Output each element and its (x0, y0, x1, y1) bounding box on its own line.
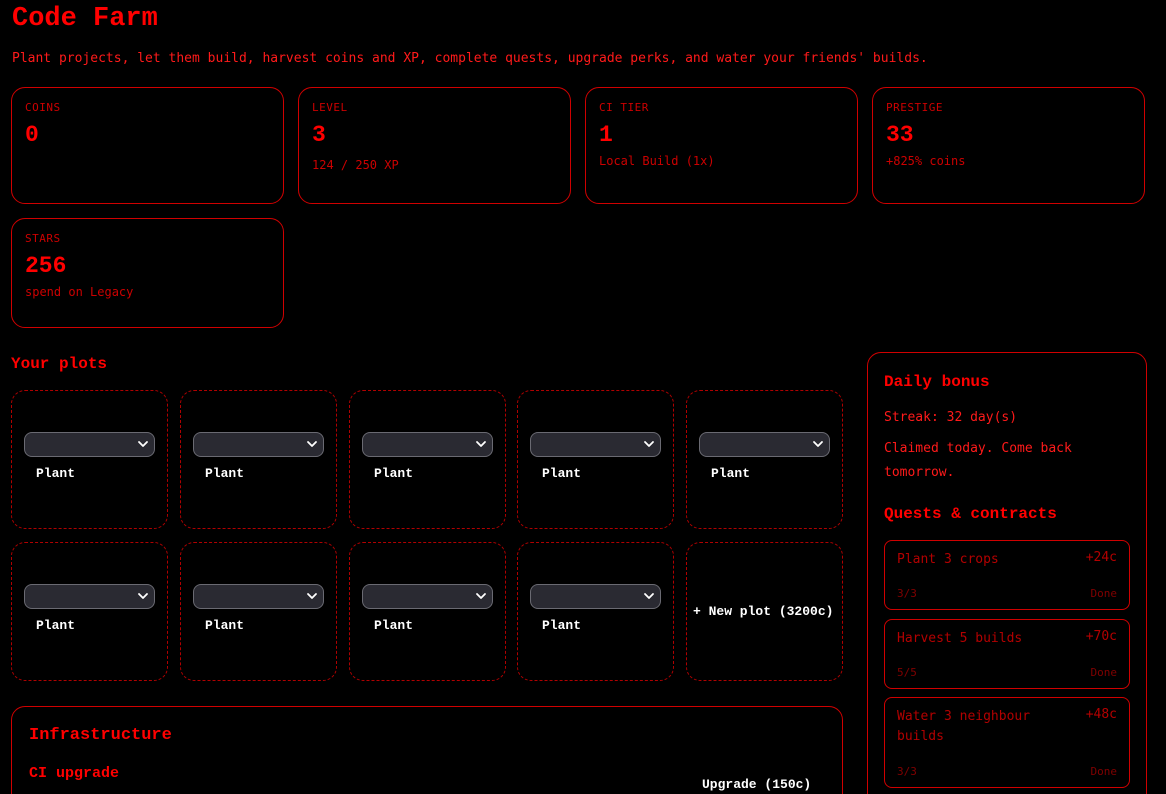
crop-select[interactable] (362, 584, 493, 609)
stat-sub: 124 / 250 XP (312, 158, 399, 172)
plot-tile: Plant (11, 542, 168, 681)
crop-select[interactable] (193, 432, 324, 457)
crop-select[interactable] (193, 584, 324, 609)
side-panel: Daily bonus Streak: 32 day(s) Claimed to… (867, 352, 1147, 794)
crop-select[interactable] (530, 584, 661, 609)
chevron-down-icon (644, 593, 654, 599)
plot-tile: Plant (180, 542, 337, 681)
quest-reward: +24c (1085, 550, 1117, 565)
stat-value: 0 (25, 122, 39, 148)
stat-label: PRESTIGE (886, 101, 943, 114)
chevron-down-icon (307, 441, 317, 447)
stat-label: CI TIER (599, 101, 649, 114)
plot-tile: Plant (180, 390, 337, 529)
quest-progress: 5/5 (897, 666, 917, 679)
stat-label: COINS (25, 101, 61, 114)
crop-select[interactable] (24, 432, 155, 457)
plant-button[interactable]: Plant (36, 618, 75, 633)
stat-card-level: LEVEL 3 124 / 250 XP (298, 87, 571, 204)
plant-button[interactable]: Plant (374, 466, 413, 481)
stat-label: LEVEL (312, 101, 348, 114)
quests-heading: Quests & contracts (884, 505, 1057, 523)
quest-status: Done (1090, 765, 1118, 778)
plot-tile: Plant (349, 542, 506, 681)
quest-name: Harvest 5 builds (897, 631, 1023, 646)
plot-tile: Plant (686, 390, 843, 529)
crop-select[interactable] (699, 432, 830, 457)
ci-upgrade-button[interactable]: Upgrade (150c) (702, 777, 811, 792)
crop-select[interactable] (530, 432, 661, 457)
quest-card: Harvest 5 builds +70c 5/5 Done (884, 619, 1130, 689)
daily-status: Claimed today. Come back tomorrow. (884, 441, 1072, 480)
plant-button[interactable]: Plant (542, 466, 581, 481)
stat-sub: spend on Legacy (25, 285, 134, 299)
infrastructure-heading: Infrastructure (29, 726, 172, 745)
chevron-down-icon (476, 593, 486, 599)
plot-tile: Plant (349, 390, 506, 529)
stat-label: STARS (25, 232, 61, 245)
chevron-down-icon (476, 441, 486, 447)
chevron-down-icon (138, 593, 148, 599)
quest-reward: +48c (1085, 707, 1117, 722)
new-plot-button[interactable]: + New plot (3200c) (693, 604, 833, 619)
chevron-down-icon (138, 441, 148, 447)
plant-button[interactable]: Plant (205, 466, 244, 481)
crop-select[interactable] (362, 432, 493, 457)
new-plot-tile: + New plot (3200c) (686, 542, 843, 681)
quest-status: Done (1090, 666, 1118, 679)
plot-tile: Plant (11, 390, 168, 529)
daily-bonus-heading: Daily bonus (884, 373, 990, 391)
quest-status: Done (1090, 587, 1118, 600)
plot-tile: Plant (517, 542, 674, 681)
chevron-down-icon (307, 593, 317, 599)
ci-upgrade-heading: CI upgrade (29, 765, 120, 782)
quest-reward: +70c (1085, 629, 1117, 644)
quest-name: Water 3 neighbour builds (897, 709, 1031, 744)
stat-sub: Local Build (1x) (599, 154, 715, 168)
stat-card-ci-tier: CI TIER 1 Local Build (1x) (585, 87, 858, 204)
quest-name: Plant 3 crops (897, 552, 999, 567)
quest-progress: 3/3 (897, 765, 917, 778)
quest-card: Water 3 neighbour builds +48c 3/3 Done (884, 697, 1130, 788)
crop-select[interactable] (24, 584, 155, 609)
stat-card-stars: STARS 256 spend on Legacy (11, 218, 284, 328)
chevron-down-icon (644, 441, 654, 447)
stat-value: 256 (25, 253, 67, 279)
stat-value: 1 (599, 122, 613, 148)
quest-card: Plant 3 crops +24c 3/3 Done (884, 540, 1130, 610)
stat-value: 33 (886, 122, 914, 148)
plant-button[interactable]: Plant (711, 466, 750, 481)
quest-progress: 3/3 (897, 587, 917, 600)
plant-button[interactable]: Plant (205, 618, 244, 633)
daily-streak: Streak: 32 day(s) (884, 410, 1018, 425)
app-title: Code Farm (12, 4, 158, 34)
stat-sub: +825% coins (886, 154, 966, 168)
plot-tile: Plant (517, 390, 674, 529)
plant-button[interactable]: Plant (36, 466, 75, 481)
infrastructure-panel: Infrastructure CI upgrade Upgrade (150c) (11, 706, 843, 794)
plant-button[interactable]: Plant (374, 618, 413, 633)
chevron-down-icon (813, 441, 823, 447)
app-subtitle: Plant projects, let them build, harvest … (12, 51, 928, 66)
plots-heading: Your plots (11, 355, 108, 373)
stat-card-coins: COINS 0 (11, 87, 284, 204)
plant-button[interactable]: Plant (542, 618, 581, 633)
stat-value: 3 (312, 122, 326, 148)
stat-card-prestige: PRESTIGE 33 +825% coins (872, 87, 1145, 204)
